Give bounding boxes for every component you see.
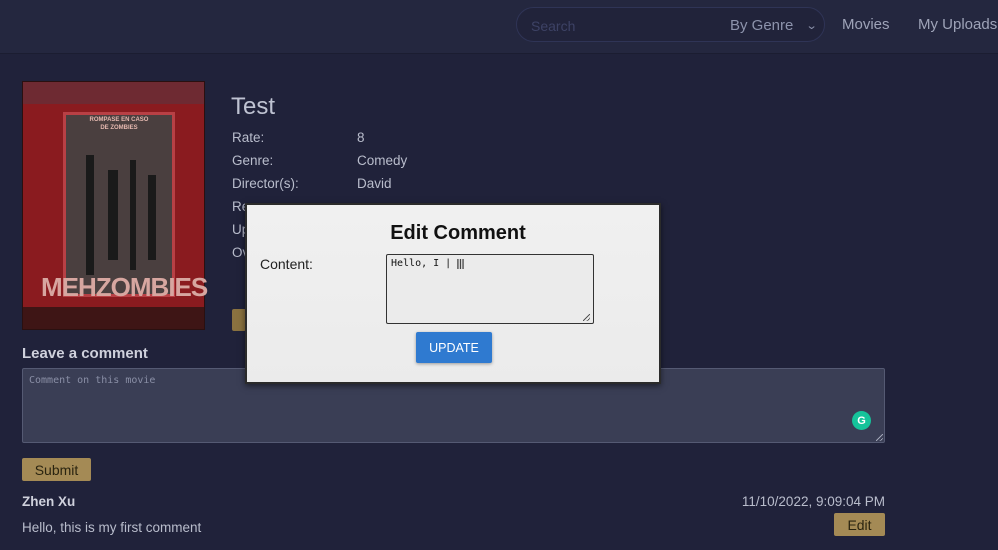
- update-button[interactable]: UPDATE: [416, 332, 492, 363]
- content-label: Content:: [260, 256, 313, 272]
- text-cursor-icon: Ⅲ: [456, 258, 465, 273]
- info-value-genre: Comedy: [357, 153, 408, 168]
- info-label-director: Director(s):: [232, 176, 299, 191]
- poster-label-line: ROMPASE EN CASO: [89, 117, 149, 123]
- movie-title: Test: [231, 93, 276, 120]
- edit-comment-modal: Edit Comment Content: Hello, I | Ⅲ UPDAT…: [245, 203, 661, 384]
- leave-comment-heading: Leave a comment: [22, 345, 148, 362]
- comment-text: Hello, this is my first comment: [22, 520, 202, 535]
- movie-poster: ROMPASE EN CASO DE ZOMBIES MEHZOMBIES: [22, 81, 208, 330]
- poster-weapon-shape: [108, 170, 118, 260]
- info-value-rate: 8: [357, 130, 365, 145]
- chevron-down-icon: ⌄: [805, 20, 818, 32]
- resize-handle-icon[interactable]: [876, 434, 883, 441]
- comment-author: Zhen Xu: [22, 494, 76, 509]
- edit-comment-button[interactable]: Edit: [834, 513, 885, 536]
- resize-handle-icon[interactable]: [583, 314, 590, 321]
- comment-date: 11/10/2022, 9:09:04 PM: [741, 494, 885, 509]
- info-label-genre: Genre:: [232, 153, 274, 168]
- poster-glass-case: [63, 112, 175, 297]
- poster-top-band: [23, 82, 204, 104]
- poster-bottom-band: [23, 307, 204, 329]
- info-value-director: David: [357, 176, 392, 191]
- movie-action-button[interactable]: [232, 309, 246, 331]
- poster-weapon-shape: [86, 155, 94, 275]
- nav-movies-link[interactable]: Movies: [842, 16, 890, 33]
- poster-label: ROMPASE EN CASO DE ZOMBIES: [81, 116, 157, 132]
- edit-content-input[interactable]: Hello, I |: [386, 254, 594, 324]
- genre-select-label: By Genre: [730, 17, 794, 34]
- search-bar: By Genre ⌄: [516, 7, 825, 42]
- search-input[interactable]: [531, 16, 711, 36]
- genre-select[interactable]: By Genre ⌄: [728, 8, 826, 43]
- info-label-rate: Rate:: [232, 130, 265, 145]
- poster-label-line: DE ZOMBIES: [100, 125, 138, 131]
- submit-comment-button[interactable]: Submit: [22, 458, 91, 481]
- poster-weapon-shape: [130, 160, 136, 270]
- grammarly-icon[interactable]: G: [852, 411, 871, 430]
- poster-title: MEHZOMBIES: [41, 272, 208, 302]
- modal-title: Edit Comment: [390, 222, 526, 244]
- top-nav-bar: By Genre ⌄ Movies My Uploads: [0, 0, 998, 54]
- nav-my-uploads-link[interactable]: My Uploads: [918, 16, 997, 33]
- poster-weapon-shape: [148, 175, 156, 260]
